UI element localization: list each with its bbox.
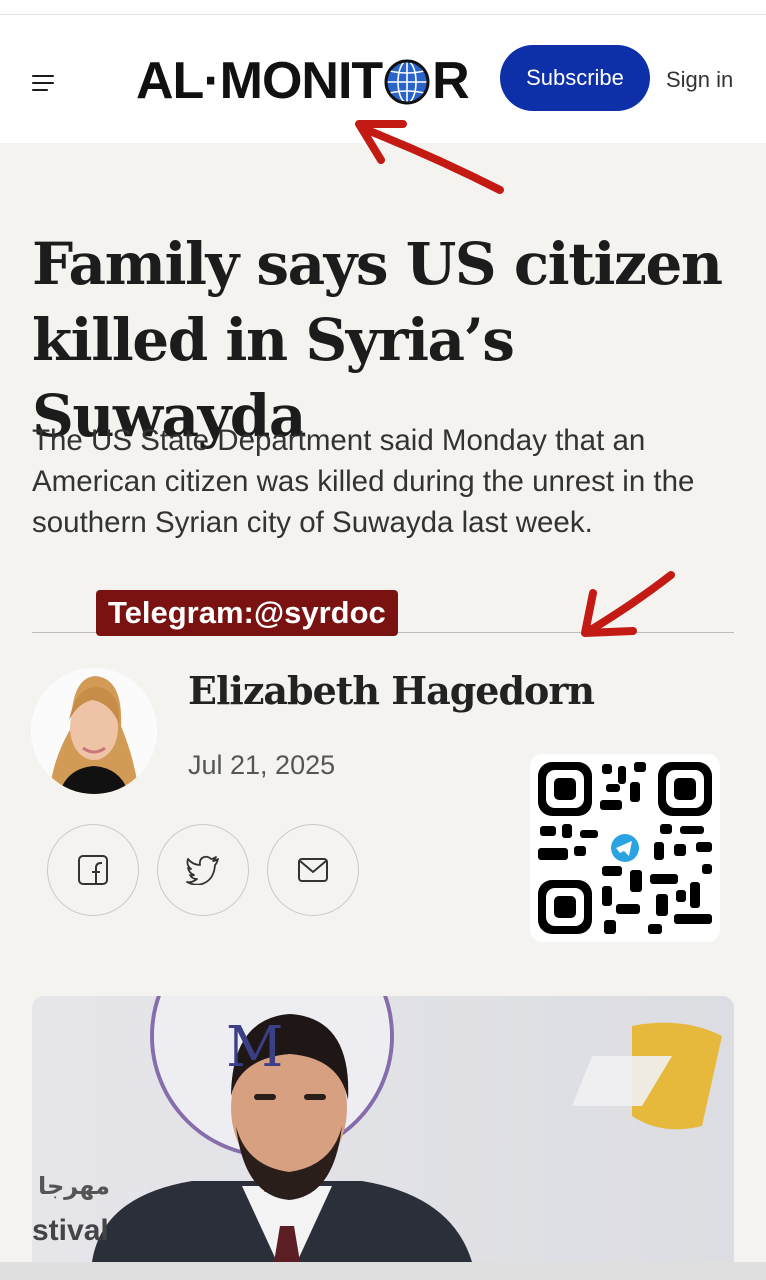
hamburger-menu-icon[interactable]: [32, 75, 54, 91]
signin-link[interactable]: Sign in: [666, 67, 733, 93]
logo-text-left: AL·MONIT: [136, 52, 383, 110]
bottom-bar: [0, 1262, 766, 1280]
author-avatar[interactable]: [31, 668, 157, 794]
status-strip: [0, 0, 766, 15]
photo-banner-text: مهرجا: [38, 1172, 110, 1200]
logo-text-right: R: [432, 52, 470, 110]
telegram-qr-code: [530, 754, 720, 942]
red-arrow-icon: [581, 571, 675, 637]
photo-banner-text: stival: [32, 1214, 109, 1247]
facebook-icon: [78, 855, 108, 885]
photo-banner-letter: M: [226, 1015, 283, 1080]
site-logo[interactable]: AL·MONIT R: [136, 51, 470, 111]
red-arrow-icon: [355, 120, 504, 194]
globe-icon: [384, 58, 430, 105]
article-dek: The US State Department said Monday that…: [32, 424, 695, 539]
email-icon: [298, 858, 328, 882]
subscribe-button[interactable]: Subscribe: [500, 45, 650, 111]
share-twitter-button[interactable]: [157, 824, 249, 916]
article-hero-image: مهرجا stival M: [32, 996, 734, 1262]
telegram-watermark: Telegram:@syrdoc: [96, 590, 398, 636]
share-email-button[interactable]: [267, 824, 359, 916]
twitter-icon: [186, 855, 219, 885]
author-name[interactable]: Elizabeth Hagedorn: [188, 668, 595, 713]
share-facebook-button[interactable]: [47, 824, 139, 916]
publish-date: Jul 21, 2025: [188, 750, 336, 780]
